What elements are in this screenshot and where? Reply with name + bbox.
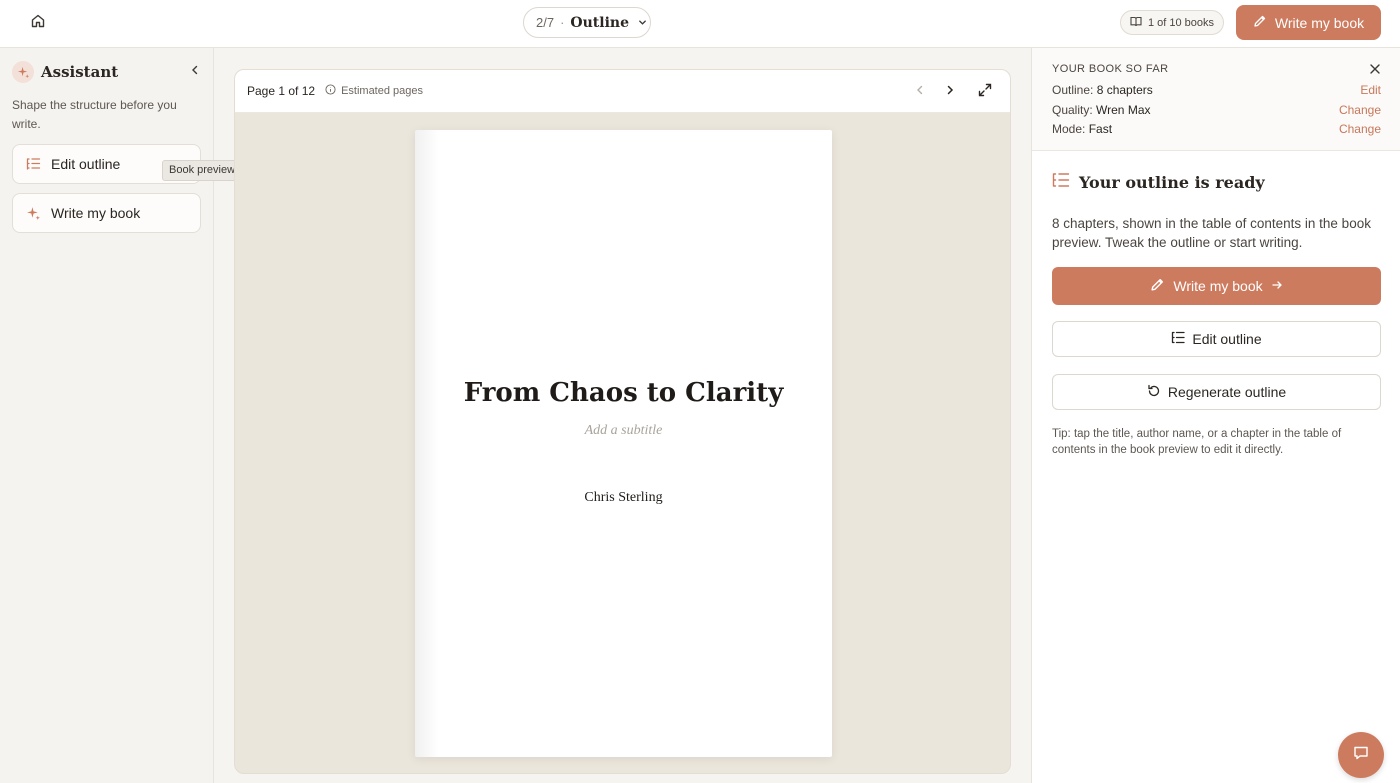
close-icon[interactable] [1369,62,1381,80]
sparkle-icon [25,205,41,221]
regenerate-outline-label: Regenerate outline [1167,384,1287,400]
top-bar: 2/7 · Outline 1 of 10 books Write my boo… [0,0,1400,48]
summary-row-text: Mode: Fast [1052,122,1112,140]
list-icon [1052,172,1070,193]
summary-title: YOUR BOOK SO FAR [1052,63,1169,75]
outline-panel: YOUR BOOK SO FAR Outline: 8 chapters Edi… [1031,48,1400,783]
sidebar-edit-outline-label: Edit outline [51,156,121,172]
page-indicator: Page 1 of 12 [247,84,316,98]
book-summary: YOUR BOOK SO FAR Outline: 8 chapters Edi… [1032,48,1400,151]
book-page: From Chaos to Clarity Add a subtitle Chr… [415,130,832,757]
outline-ready-description: 8 chapters, shown in the table of conten… [1052,216,1371,250]
summary-row-mode: Mode: Fast Change [1052,122,1381,140]
write-my-book-primary-button[interactable]: Write my book [1052,267,1381,305]
write-my-book-button[interactable]: Write my book [1236,5,1381,40]
book-subtitle-placeholder[interactable]: Add a subtitle [415,423,832,439]
book-preview: Page 1 of 12 Estimated pages From Chaos … [234,69,1011,774]
chat-icon [1352,744,1370,767]
list-icon [25,156,41,172]
summary-label: Outline: [1052,83,1094,97]
pencil-icon [1150,277,1165,295]
step-selector[interactable]: 2/7 · Outline [523,7,651,38]
books-count-label: 1 of 10 books [1147,16,1215,29]
summary-label: Quality: [1052,103,1093,117]
chevron-left-icon [914,83,926,101]
summary-label: Mode: [1052,122,1086,136]
book-open-icon [1130,16,1142,30]
estimated-pages[interactable]: Estimated pages [325,84,423,98]
books-count-badge[interactable]: 1 of 10 books [1120,10,1224,35]
list-icon [1171,331,1186,347]
outline-ready-heading: Your outline is ready [1052,172,1265,193]
summary-row-text: Outline: 8 chapters [1052,83,1153,101]
summary-value: Wren Max [1096,103,1151,117]
step-name: Outline [570,14,629,31]
summary-value: 8 chapters [1096,83,1153,97]
book-title[interactable]: From Chaos to Clarity [415,378,832,408]
summary-row-outline: Outline: 8 chapters Edit [1052,83,1381,101]
assistant-sidebar: Assistant Shape the structure before you… [0,48,214,783]
edit-outline-label: Edit outline [1192,331,1262,347]
info-icon [325,84,336,98]
edit-outline-link[interactable]: Edit [1360,83,1381,101]
regenerate-outline-button[interactable]: Regenerate outline [1052,374,1381,410]
estimated-pages-label: Estimated pages [341,85,423,97]
chevron-right-icon [944,83,956,101]
write-my-book-primary-label: Write my book [1173,278,1263,294]
change-mode-link[interactable]: Change [1339,122,1381,140]
summary-value: Fast [1088,122,1113,136]
chevron-down-icon [637,17,648,28]
sidebar-description: Shape the structure before you write. [12,98,177,131]
outline-ready-title: Your outline is ready [1079,173,1265,192]
collapse-sidebar-icon[interactable] [188,63,202,82]
chat-button[interactable] [1338,732,1384,778]
write-my-book-label: Write my book [1274,14,1365,31]
sidebar-title: Assistant [41,63,119,81]
sidebar-write-book-button[interactable]: Write my book [12,193,201,233]
summary-row-quality: Quality: Wren Max Change [1052,103,1381,121]
change-quality-link[interactable]: Change [1339,103,1381,121]
edit-outline-button[interactable]: Edit outline [1052,321,1381,357]
arrow-right-icon [1271,278,1283,294]
step-number: 2/7 [536,15,555,30]
preview-toolbar: Page 1 of 12 Estimated pages [235,70,1010,113]
expand-icon [978,83,992,102]
fullscreen-button[interactable] [975,82,995,102]
editing-tip: Tip: tap the title, author name, or a ch… [1052,428,1342,456]
pencil-icon [1253,14,1267,31]
sidebar-header: Assistant [12,60,202,84]
book-preview-tooltip: Book preview [162,160,243,181]
sparkle-icon [12,61,34,83]
refresh-icon [1147,384,1161,401]
book-author[interactable]: Chris Sterling [415,490,832,506]
summary-row-text: Quality: Wren Max [1052,103,1151,121]
home-icon [30,13,46,34]
step-separator: · [560,15,565,30]
next-page-button[interactable] [940,82,960,102]
prev-page-button[interactable] [910,82,930,102]
home-button[interactable] [26,11,50,35]
sidebar-write-book-label: Write my book [51,205,141,221]
